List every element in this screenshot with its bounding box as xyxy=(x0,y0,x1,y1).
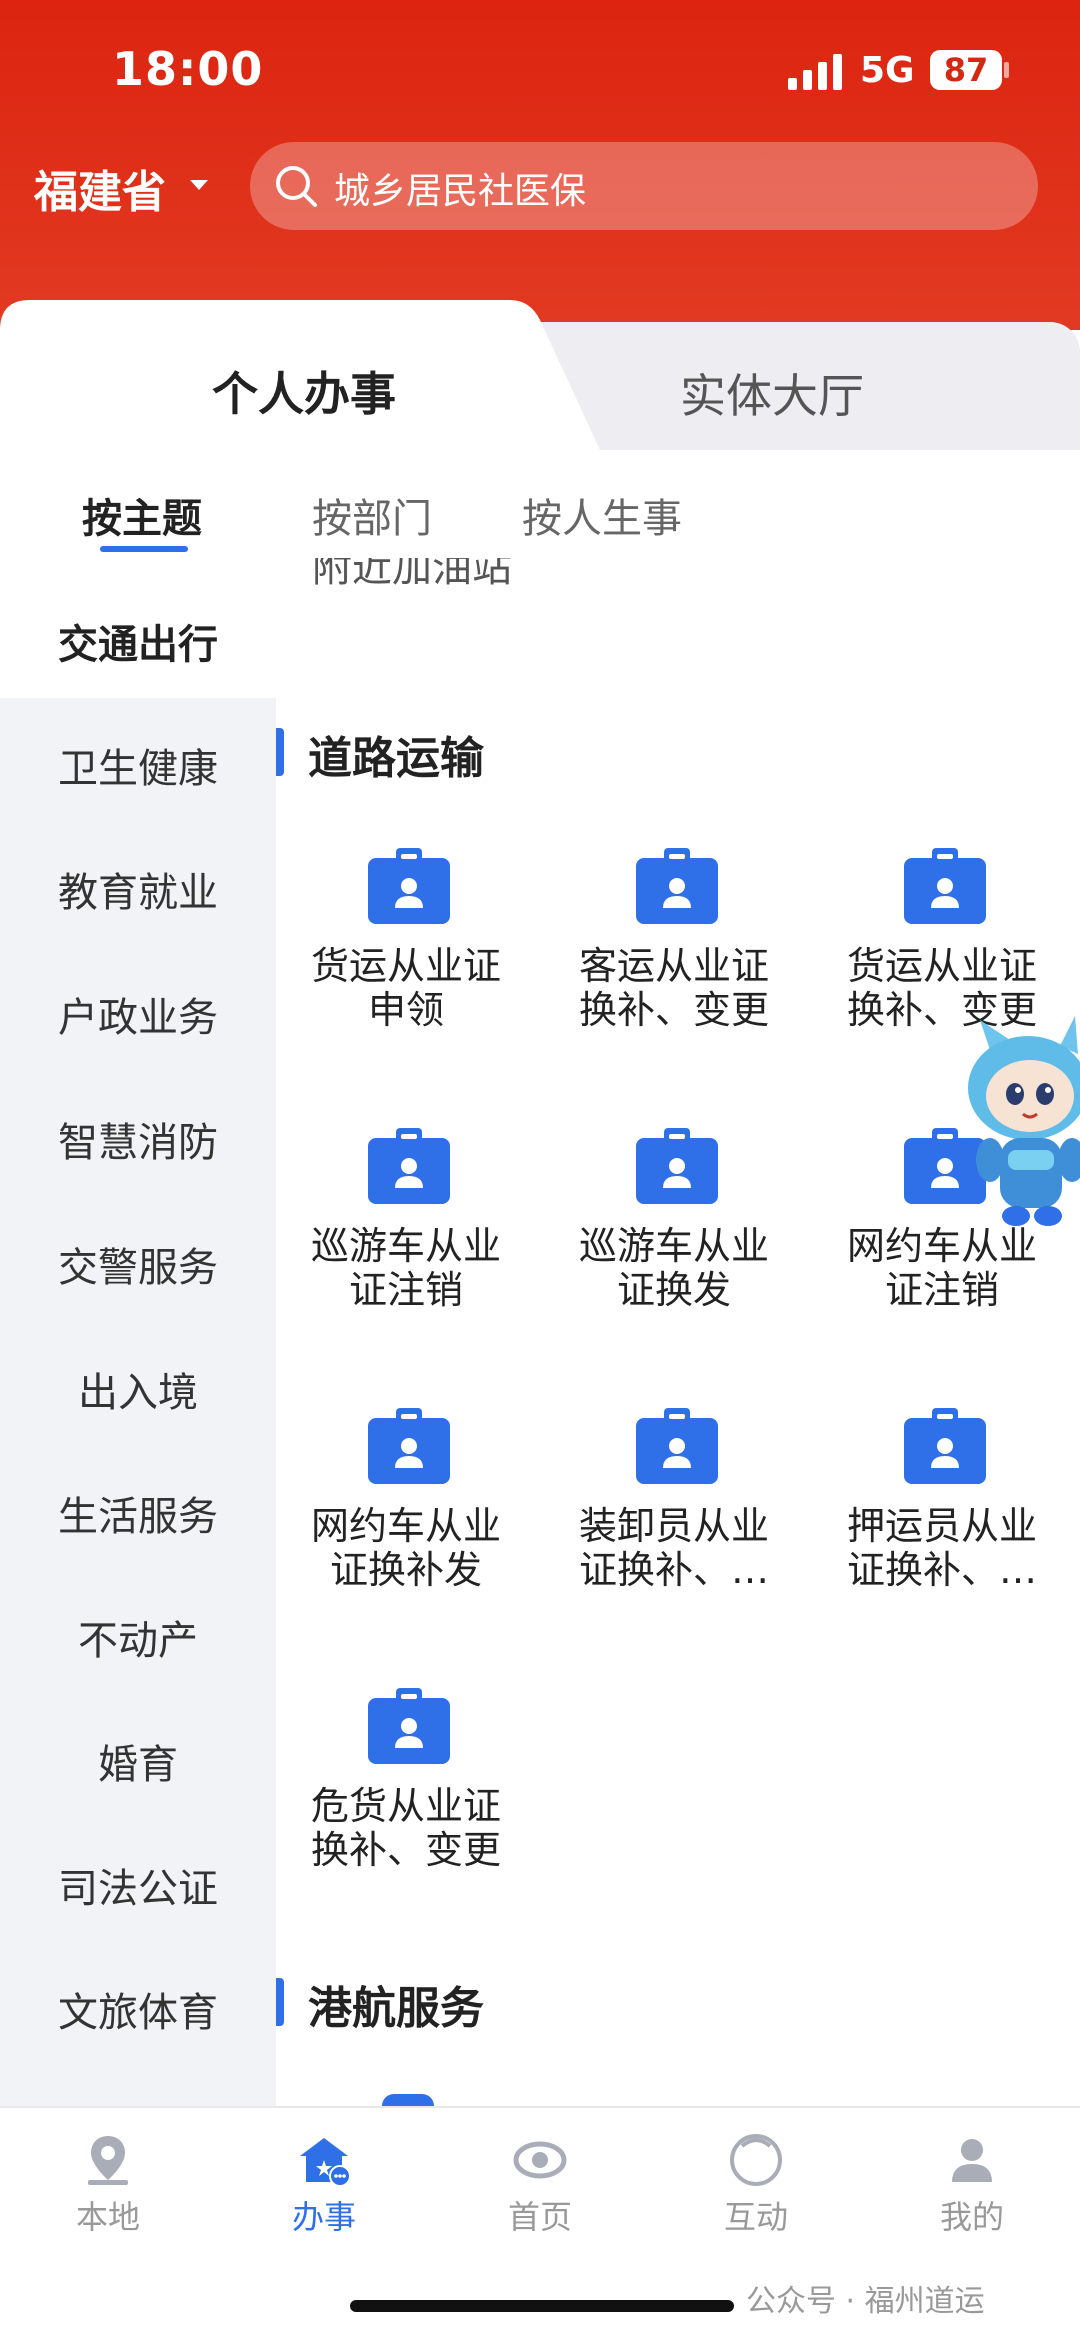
location-icon xyxy=(88,2136,128,2185)
category-item-judicial[interactable]: 司法公证 xyxy=(0,1856,276,1914)
service-label[interactable]: 客运从业证 换补、变更 xyxy=(544,944,804,1032)
status-bar: 18:00 5G 87 xyxy=(0,0,1080,140)
category-item-life-services[interactable]: 生活服务 xyxy=(0,1484,276,1542)
tab-personal-affairs[interactable]: 个人办事 xyxy=(212,358,396,424)
service-item[interactable]: 危货从业证 换补、变更 xyxy=(276,1688,536,1918)
app-header: 18:00 5G 87 福建省 城乡居民社医保 xyxy=(0,0,1080,330)
section-title-road-transport: 道路运输 xyxy=(308,733,484,784)
search-placeholder[interactable]: 城乡居民社医保 xyxy=(334,162,586,214)
service-label[interactable]: 网约车从业 证换补发 xyxy=(276,1504,536,1592)
service-label[interactable]: 巡游车从业 证注销 xyxy=(276,1224,536,1312)
service-label[interactable]: 货运从业证 申领 xyxy=(276,944,536,1032)
search-icon xyxy=(276,166,317,207)
category-item-household[interactable]: 户政业务 xyxy=(0,985,276,1043)
nav-label[interactable]: 本地 xyxy=(28,2192,188,2238)
id-badge-icon xyxy=(904,1408,986,1484)
id-badge-icon xyxy=(636,848,718,924)
section-marker xyxy=(276,1978,284,2026)
category-item-traffic[interactable]: 交通出行 xyxy=(0,612,276,670)
mascot-assistant-icon[interactable] xyxy=(960,1010,1080,1240)
category-item-fire[interactable]: 智慧消防 xyxy=(0,1110,276,1168)
id-badge-icon xyxy=(368,1128,450,1204)
nav-item-home[interactable]: 首页 xyxy=(460,2132,620,2236)
tab-physical-hall-label[interactable]: 实体大厅 xyxy=(680,360,864,426)
service-label[interactable]: 押运员从业 证换补、… xyxy=(812,1504,1072,1592)
section-marker xyxy=(276,728,284,776)
user-icon xyxy=(952,2139,992,2182)
province-label[interactable]: 福建省 xyxy=(34,156,166,220)
partial-service-icon xyxy=(382,2094,434,2106)
id-badge-icon xyxy=(368,1408,450,1484)
id-badge-icon xyxy=(368,848,450,924)
category-item-marriage[interactable]: 婚育 xyxy=(0,1732,276,1790)
service-label[interactable]: 装卸员从业 证换补、… xyxy=(544,1504,804,1592)
subtab-by-life-event[interactable]: 按人生事 xyxy=(522,486,682,544)
service-item[interactable]: 押运员从业 证换补、… xyxy=(812,1408,1072,1638)
service-content: 道路运输 货运从业证 申领 客运从业证 换补、变更 货运从业证 换补、变更 巡游… xyxy=(276,580,1080,2106)
watermark: 公众号 · 福州道运 xyxy=(746,2284,985,2319)
home-indicator xyxy=(350,2300,734,2312)
service-item[interactable]: 装卸员从业 证换补、… xyxy=(544,1408,804,1638)
nav-item-local[interactable]: 本地 xyxy=(28,2132,188,2236)
section-title-port-shipping: 港航服务 xyxy=(308,1983,484,2034)
nav-label[interactable]: 我的 xyxy=(892,2192,1052,2238)
main-tabs: 实体大厅 个人办事 xyxy=(0,300,1080,450)
service-label[interactable]: 巡游车从业 证换发 xyxy=(544,1224,804,1312)
home-eye-icon xyxy=(513,2141,567,2179)
service-item[interactable]: 货运从业证 申领 xyxy=(276,848,536,1078)
status-time: 18:00 xyxy=(112,42,264,96)
category-item-real-estate[interactable]: 不动产 xyxy=(0,1608,276,1666)
sub-tabs: 按主题 按部门 按人生事 xyxy=(0,480,1080,560)
network-type: 5G xyxy=(860,50,915,91)
service-item[interactable]: 网约车从业 证换补发 xyxy=(276,1408,536,1638)
service-hall-icon xyxy=(300,2138,351,2187)
service-item[interactable]: 客运从业证 换补、变更 xyxy=(544,848,804,1078)
hotline-12345-icon xyxy=(730,2134,782,2186)
signal-icon xyxy=(788,54,842,90)
id-badge-icon xyxy=(636,1128,718,1204)
subtab-by-department[interactable]: 按部门 xyxy=(312,486,432,544)
category-item-exit-entry[interactable]: 出入境 xyxy=(0,1360,276,1418)
nav-label[interactable]: 互动 xyxy=(676,2192,836,2238)
tab-physical-hall[interactable]: 实体大厅 xyxy=(520,322,1080,450)
nav-item-interact[interactable]: 互动 xyxy=(676,2132,836,2236)
service-item[interactable]: 巡游车从业 证换发 xyxy=(544,1128,804,1358)
nav-item-services[interactable]: 办事 xyxy=(244,2132,404,2236)
category-item-health[interactable]: 卫生健康 xyxy=(0,736,276,794)
category-item-culture-sports[interactable]: 文旅体育 xyxy=(0,1980,276,2038)
category-item-education[interactable]: 教育就业 xyxy=(0,860,276,918)
subtab-by-theme[interactable]: 按主题 xyxy=(82,486,202,544)
nav-item-mine[interactable]: 我的 xyxy=(892,2132,1052,2236)
id-badge-icon xyxy=(368,1688,450,1764)
nav-label[interactable]: 首页 xyxy=(460,2192,620,2238)
id-badge-icon xyxy=(636,1408,718,1484)
caret-down-icon[interactable] xyxy=(190,180,208,190)
battery-icon: 87 xyxy=(930,50,1002,90)
nav-label[interactable]: 办事 xyxy=(244,2192,404,2238)
category-item-traffic-police[interactable]: 交警服务 xyxy=(0,1235,276,1293)
id-badge-icon xyxy=(904,848,986,924)
search-input[interactable]: 城乡居民社医保 xyxy=(250,142,1038,230)
cut-off-service-label: 附近加油站 xyxy=(312,558,512,586)
active-subtab-indicator xyxy=(100,546,188,552)
service-item[interactable]: 巡游车从业 证注销 xyxy=(276,1128,536,1358)
service-label[interactable]: 危货从业证 换补、变更 xyxy=(276,1784,536,1872)
battery-tip xyxy=(1004,62,1009,78)
